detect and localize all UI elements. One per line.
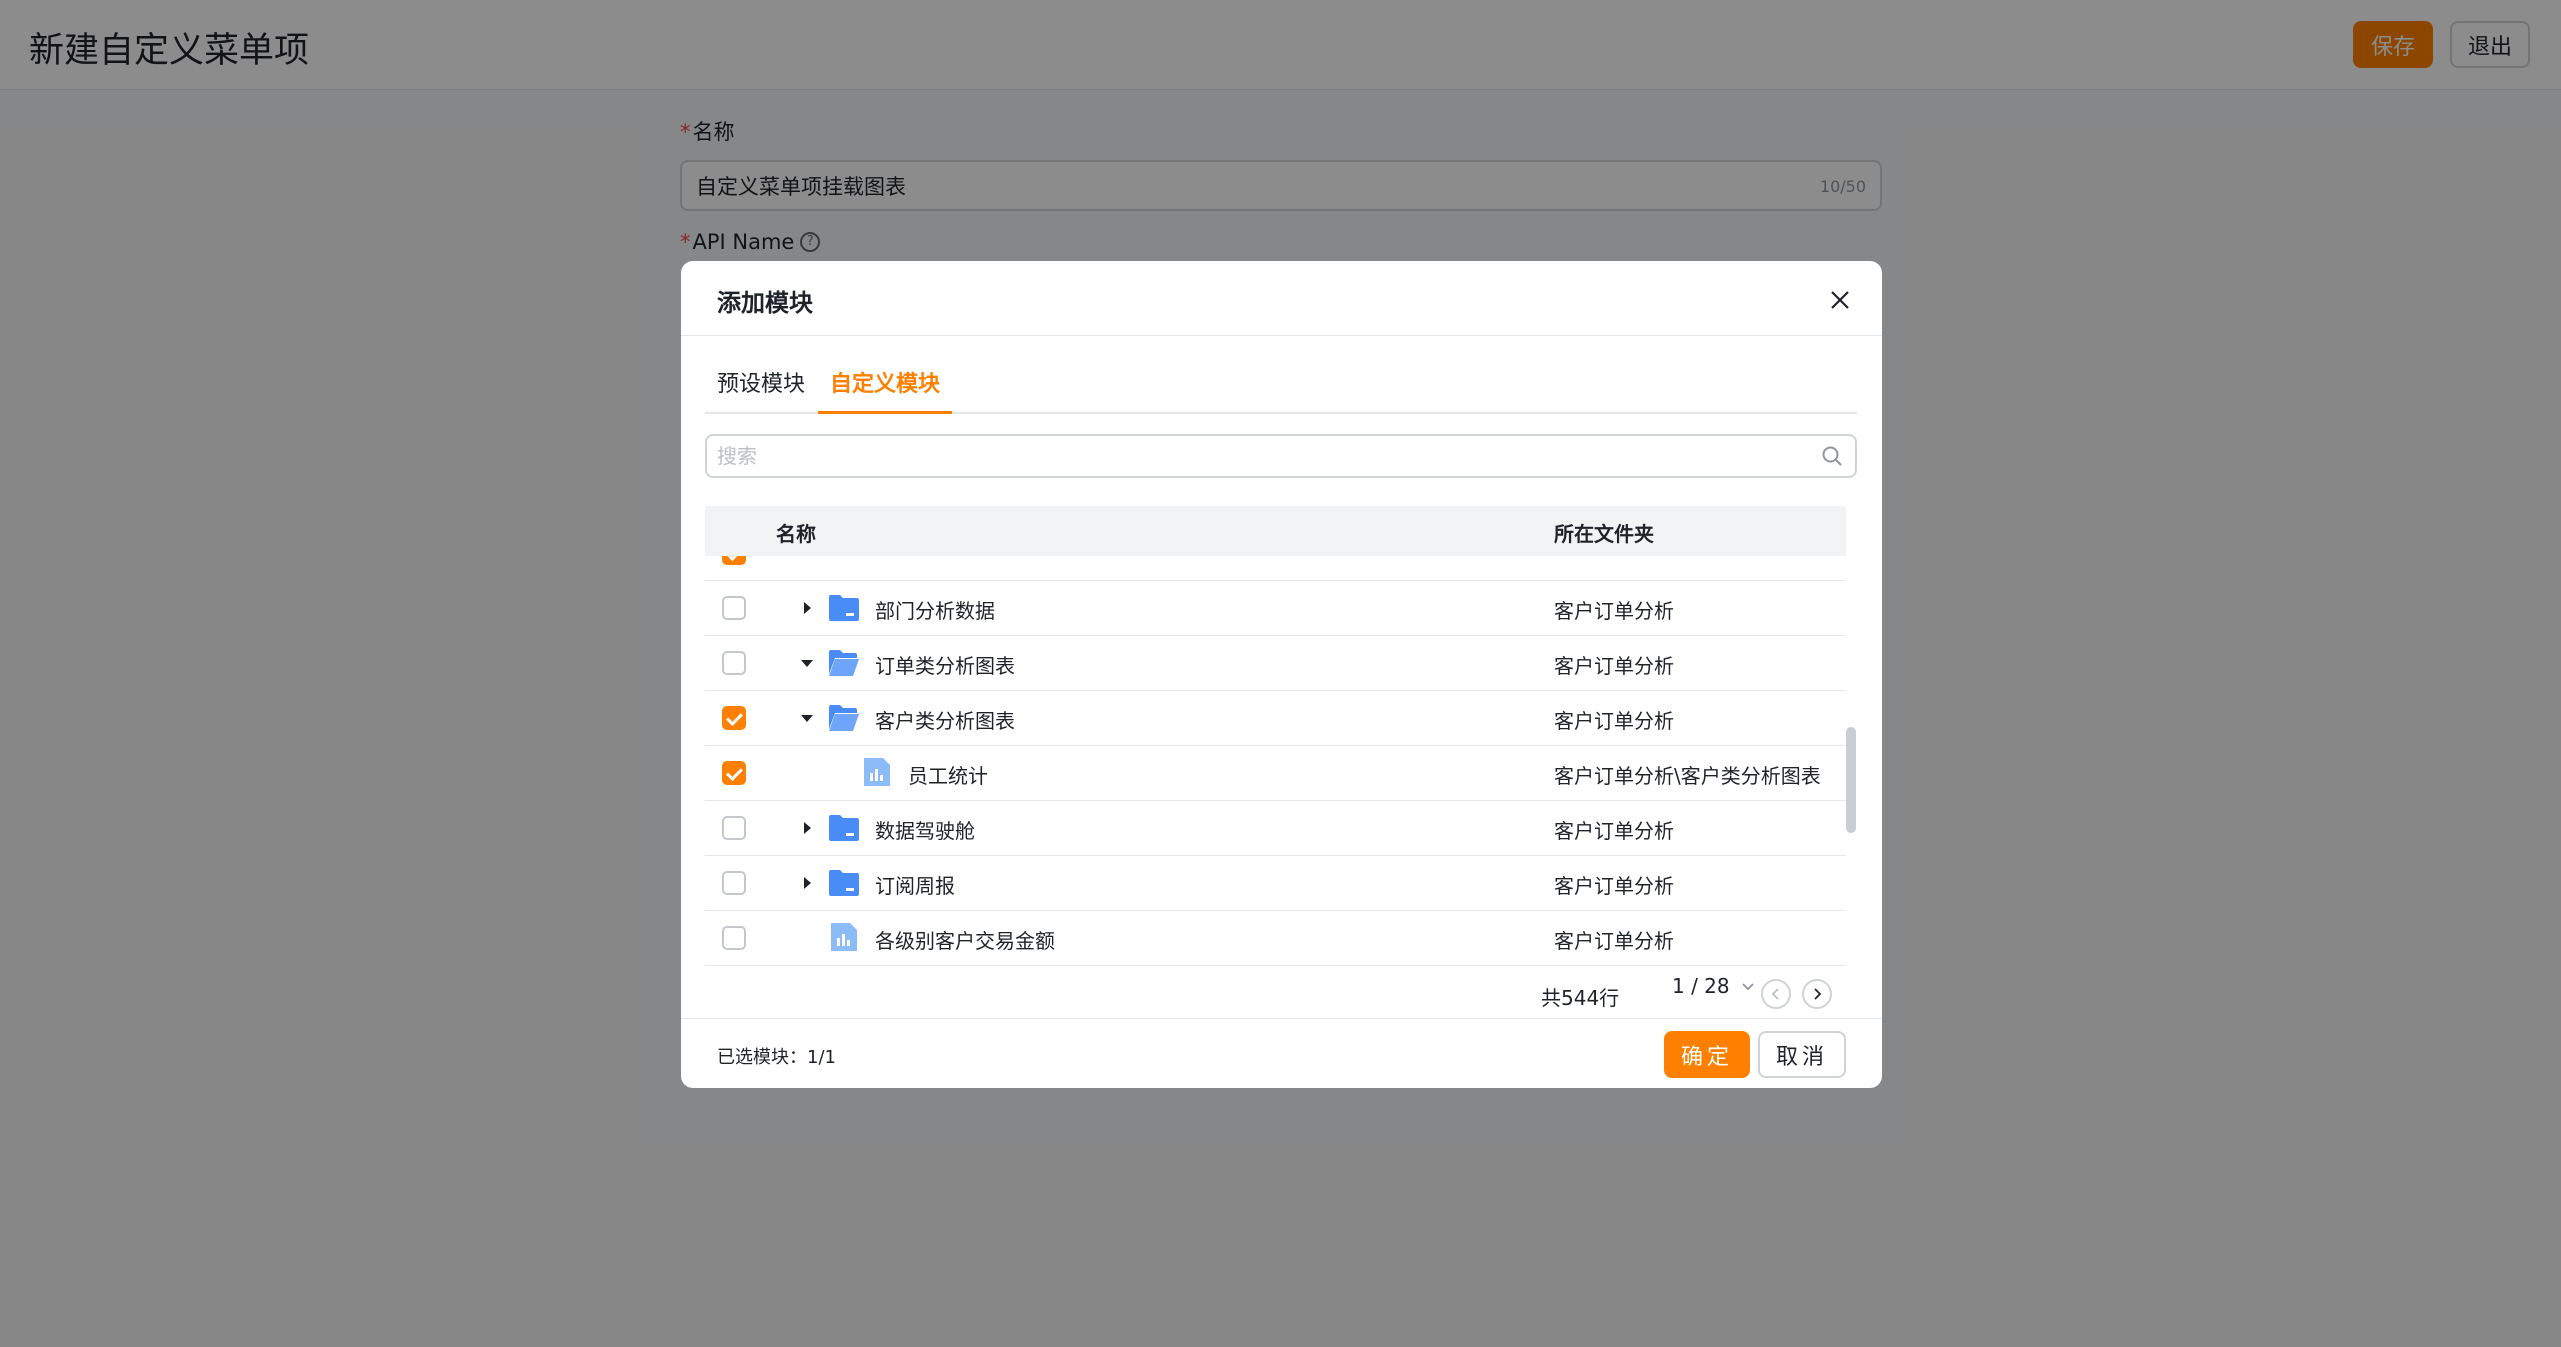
row-folder: 客户订单分析 — [1554, 654, 1674, 678]
row-folder: 客户订单分析 — [1554, 709, 1674, 733]
folder-icon — [829, 870, 859, 896]
close-icon[interactable] — [1828, 288, 1852, 312]
row-folder: 客户订单分析 — [1554, 929, 1674, 953]
column-name: 名称 — [776, 522, 816, 546]
caret-right-icon[interactable] — [798, 874, 816, 892]
caret-right-icon[interactable] — [798, 819, 816, 837]
confirm-button[interactable]: 确定 — [1664, 1031, 1750, 1078]
table-row[interactable]: 部门分析数据 客户订单分析 — [705, 581, 1846, 636]
module-table: 名称 所在文件夹 部门分析数据 客户订单分析 订单类分析图表 客户订单分析 客户… — [705, 506, 1846, 966]
row-checkbox[interactable] — [722, 596, 746, 620]
table-row[interactable]: 数据驾驶舱 客户订单分析 — [705, 801, 1846, 856]
row-folder: 客户订单分析 — [1554, 819, 1674, 843]
table-row[interactable]: 客户类分析图表 客户订单分析 — [705, 691, 1846, 746]
chevron-left-icon — [1771, 988, 1779, 1000]
cancel-button[interactable]: 取消 — [1758, 1031, 1846, 1078]
folder-icon — [829, 595, 859, 621]
row-folder: 客户订单分析\客户类分析图表 — [1554, 764, 1821, 788]
table-header: 名称 所在文件夹 — [705, 506, 1846, 556]
folder-icon — [829, 815, 859, 841]
search-box — [705, 434, 1857, 478]
row-name: 各级别客户交易金额 — [875, 929, 1055, 953]
row-checkbox[interactable] — [722, 871, 746, 895]
table-row[interactable]: 订阅周报 客户订单分析 — [705, 856, 1846, 911]
total-rows: 共544行 — [1541, 986, 1620, 1010]
folder-open-icon — [829, 650, 859, 676]
module-tabs: 预设模块 自定义模块 — [705, 336, 1857, 414]
search-input[interactable] — [717, 436, 1797, 476]
pagination: 共544行 1 / 28 — [681, 966, 1882, 1021]
caret-right-icon[interactable] — [798, 599, 816, 617]
row-name: 客户类分析图表 — [875, 709, 1015, 733]
chart-icon — [831, 923, 857, 951]
row-checkbox[interactable] — [722, 761, 746, 785]
add-module-dialog: 添加模块 预设模块 自定义模块 名称 所在文件夹 部门分析数据 客户订单 — [681, 261, 1882, 1088]
search-icon[interactable] — [1821, 445, 1843, 467]
tab-preset-modules[interactable]: 预设模块 — [705, 366, 817, 412]
caret-down-icon[interactable] — [798, 654, 816, 672]
table-row[interactable]: 订单类分析图表 客户订单分析 — [705, 636, 1846, 691]
dialog-footer: 已选模块：1/1 确定 取消 — [681, 1018, 1882, 1088]
chart-icon — [864, 758, 890, 786]
prev-page-button[interactable] — [1761, 979, 1791, 1009]
row-name: 部门分析数据 — [875, 599, 995, 623]
row-checkbox[interactable] — [722, 706, 746, 730]
dialog-title: 添加模块 — [717, 289, 813, 317]
row-checkbox[interactable] — [722, 816, 746, 840]
row-name: 订阅周报 — [875, 874, 955, 898]
tab-custom-modules[interactable]: 自定义模块 — [818, 366, 953, 414]
next-page-button[interactable] — [1802, 979, 1832, 1009]
table-row[interactable]: 各级别客户交易金额 客户订单分析 — [705, 911, 1846, 966]
row-name: 数据驾驶舱 — [875, 819, 975, 843]
page-indicator: 1 / 28 — [1672, 974, 1730, 998]
chevron-down-icon — [1742, 983, 1754, 991]
folder-open-icon — [829, 705, 859, 731]
row-checkbox[interactable] — [722, 651, 746, 675]
row-name: 订单类分析图表 — [875, 654, 1015, 678]
page-select[interactable]: 1 / 28 — [1672, 974, 1756, 998]
chevron-right-icon — [1814, 988, 1822, 1000]
table-row[interactable]: 员工统计 客户订单分析\客户类分析图表 — [705, 746, 1846, 801]
caret-down-icon[interactable] — [798, 709, 816, 727]
row-checkbox[interactable] — [722, 926, 746, 950]
row-name: 员工统计 — [908, 764, 988, 788]
selected-count: 已选模块：1/1 — [717, 1047, 836, 1068]
table-scrollbar[interactable] — [1846, 727, 1856, 833]
row-folder: 客户订单分析 — [1554, 874, 1674, 898]
column-folder: 所在文件夹 — [1554, 522, 1654, 546]
dialog-header: 添加模块 — [681, 261, 1882, 336]
row-folder: 客户订单分析 — [1554, 599, 1674, 623]
